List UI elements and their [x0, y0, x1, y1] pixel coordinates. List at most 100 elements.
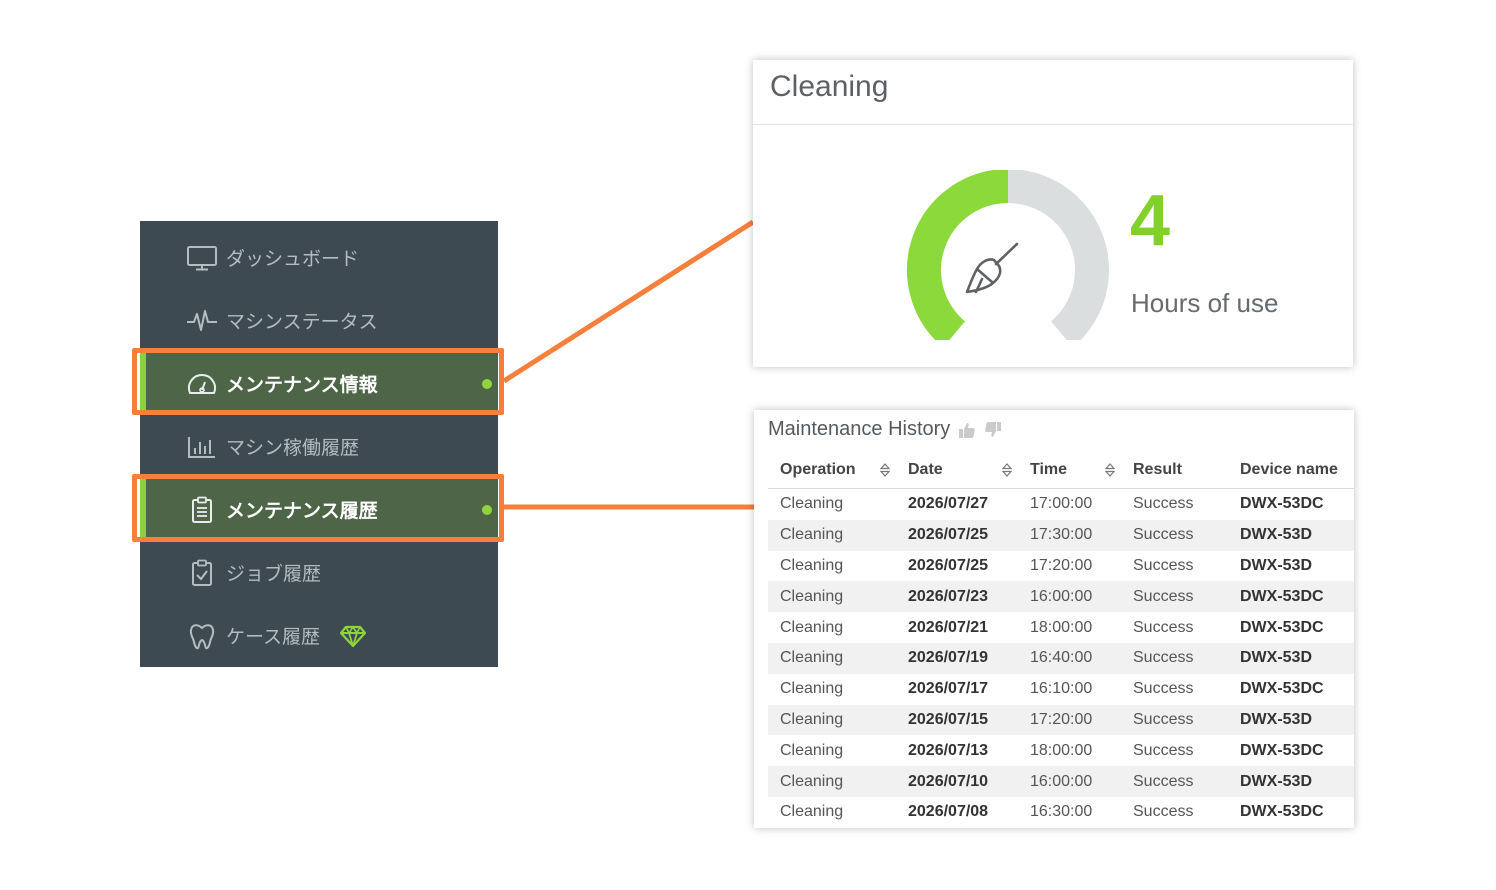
table-row[interactable]: Cleaning 2026/07/27 17:00:00 Success DWX-53D… — [768, 489, 1354, 520]
bar-chart-icon — [186, 432, 220, 462]
cell-date: 2026/07/13 — [908, 741, 989, 759]
brush-icon — [965, 242, 1019, 294]
cell-date: 2026/07/25 — [908, 556, 989, 574]
maintenance-history-table: Operation Date Time Result Device name C… — [768, 452, 1354, 828]
cell-device-name: DWX-53D — [1228, 704, 1354, 736]
cell-date: 2026/07/25 — [896, 519, 1018, 551]
table-row[interactable]: Cleaning 2026/07/08 16:30:00 Success DWX-53D… — [768, 797, 1354, 828]
sidebar-item-label: ジョブ履歴 — [226, 563, 322, 585]
cell-result: Success — [1133, 495, 1194, 513]
cell-operation: Cleaning — [768, 704, 896, 736]
cell-date: 2026/07/23 — [896, 581, 1018, 613]
cell-operation: Cleaning — [780, 618, 844, 636]
table-row[interactable]: Cleaning 2026/07/17 16:10:00 Success DWX-53D… — [768, 674, 1354, 705]
cell-operation: Cleaning — [780, 680, 844, 698]
table-row[interactable]: Cleaning 2026/07/25 17:30:00 Success DWX-53D — [768, 519, 1354, 551]
cell-device-name: DWX-53DC — [1240, 618, 1324, 636]
sidebar-item-job-history[interactable]: ジョブ履歴 — [140, 541, 498, 604]
table-row[interactable]: Cleaning 2026/07/21 18:00:00 Success DWX-53D… — [768, 612, 1354, 643]
cell-time: 16:30:00 — [1030, 803, 1093, 821]
hours-label: Hours of use — [1131, 288, 1279, 318]
sidebar-item-dashboard[interactable]: ダッシュボード — [140, 226, 498, 289]
column-header-device-name[interactable]: Device name — [1228, 452, 1354, 489]
cell-operation: Cleaning — [780, 495, 844, 513]
sidebar-item-machine-status[interactable]: マシンステータス — [140, 289, 498, 352]
pulse-icon — [186, 306, 220, 336]
sidebar-item-label: ケース履歴 — [226, 626, 321, 648]
cell-result: Success — [1121, 704, 1228, 736]
cell-operation: Cleaning — [780, 741, 844, 759]
gauge-icon — [186, 369, 220, 399]
table-row[interactable]: Cleaning 2026/07/25 17:20:00 Success DWX-53D — [768, 551, 1354, 582]
sort-icon[interactable] — [1001, 463, 1013, 482]
cell-result: Success — [1121, 766, 1228, 797]
table-row[interactable]: Cleaning 2026/07/23 16:00:00 Success DWX-53D… — [768, 581, 1354, 613]
cell-device-name: DWX-53D — [1228, 766, 1354, 797]
cell-time: 17:30:00 — [1018, 519, 1121, 551]
cell-device-name: DWX-53D — [1228, 642, 1354, 674]
sidebar-item-case-history[interactable]: ケース履歴 — [140, 604, 498, 667]
cell-time: 18:00:00 — [1030, 741, 1093, 759]
cell-time: 16:10:00 — [1030, 680, 1093, 698]
tooth-icon — [186, 621, 220, 651]
cell-operation: Cleaning — [768, 581, 896, 613]
cell-date: 2026/07/17 — [908, 680, 989, 698]
cell-date: 2026/07/27 — [908, 495, 989, 513]
column-header-result[interactable]: Result — [1121, 452, 1228, 489]
cell-result: Success — [1121, 519, 1228, 551]
cell-device-name: DWX-53DC — [1240, 741, 1324, 759]
clipboard-list-icon — [186, 495, 220, 525]
sidebar-item-label: マシンステータス — [226, 311, 378, 333]
column-header-date[interactable]: Date — [896, 452, 1018, 489]
active-indicator-dot — [482, 378, 492, 389]
sidebar-item-label: ダッシュボード — [226, 248, 360, 270]
clipboard-check-icon — [186, 558, 220, 588]
table-row[interactable]: Cleaning 2026/07/10 16:00:00 Success DWX-53D — [768, 766, 1354, 797]
table-row[interactable]: Cleaning 2026/07/15 17:20:00 Success DWX-53D — [768, 704, 1354, 736]
cell-device-name: DWX-53DC — [1240, 495, 1324, 513]
card-title: Cleaning — [770, 70, 889, 103]
table-row[interactable]: Cleaning 2026/07/13 18:00:00 Success DWX-53D… — [768, 735, 1354, 766]
cell-device-name: DWX-53DC — [1240, 803, 1324, 821]
cell-operation: Cleaning — [768, 766, 896, 797]
connector-line-cleaning — [502, 219, 755, 384]
cell-date: 2026/07/19 — [896, 642, 1018, 674]
cell-result: Success — [1133, 803, 1194, 821]
sort-icon[interactable] — [1104, 463, 1116, 482]
sidebar-item-label: メンテナンス履歴 — [226, 500, 378, 522]
thumbs-down-icon[interactable] — [984, 421, 1002, 439]
maintenance-history-card: Maintenance History Operation Date Time — [754, 410, 1354, 828]
sidebar-item-label: メンテナンス情報 — [226, 374, 378, 396]
cell-date: 2026/07/21 — [908, 618, 989, 636]
sidebar-item-machine-history[interactable]: マシン稼働履歴 — [140, 415, 498, 478]
column-header-operation[interactable]: Operation — [768, 452, 896, 489]
thumbs-up-icon[interactable] — [958, 421, 976, 439]
divider — [753, 124, 1353, 125]
cell-date: 2026/07/08 — [908, 803, 989, 821]
cell-time: 16:00:00 — [1018, 766, 1121, 797]
usage-gauge — [907, 170, 1109, 340]
cell-device-name: DWX-53DC — [1228, 581, 1354, 613]
cell-date: 2026/07/10 — [896, 766, 1018, 797]
cell-time: 17:20:00 — [1018, 704, 1121, 736]
hours-value: 4 — [1130, 181, 1171, 261]
cell-time: 17:20:00 — [1030, 556, 1093, 574]
sidebar-item-label: マシン稼働履歴 — [226, 437, 360, 459]
cell-result: Success — [1133, 618, 1194, 636]
history-title-text: Maintenance History — [768, 418, 951, 440]
cell-operation: Cleaning — [768, 642, 896, 674]
table-row[interactable]: Cleaning 2026/07/19 16:40:00 Success DWX-53D — [768, 642, 1354, 674]
cell-result: Success — [1133, 556, 1194, 574]
table-header-row: Operation Date Time Result Device name — [768, 452, 1354, 489]
sort-icon[interactable] — [879, 463, 891, 482]
cell-result: Success — [1121, 581, 1228, 613]
sidebar-item-maintenance-info[interactable]: メンテナンス情報 — [140, 352, 498, 415]
cleaning-card: Cleaning 4 Hours of use — [753, 60, 1353, 367]
cell-date: 2026/07/15 — [896, 704, 1018, 736]
cell-result: Success — [1121, 642, 1228, 674]
cell-device-name: DWX-53DC — [1240, 680, 1324, 698]
column-header-time[interactable]: Time — [1018, 452, 1121, 489]
sidebar-item-maintenance-history[interactable]: メンテナンス履歴 — [140, 478, 498, 541]
monitor-icon — [186, 243, 220, 273]
sidebar-nav: ダッシュボード マシンステータス メンテナンス情報 マシン稼働履歴 メンテナンス… — [140, 221, 498, 667]
